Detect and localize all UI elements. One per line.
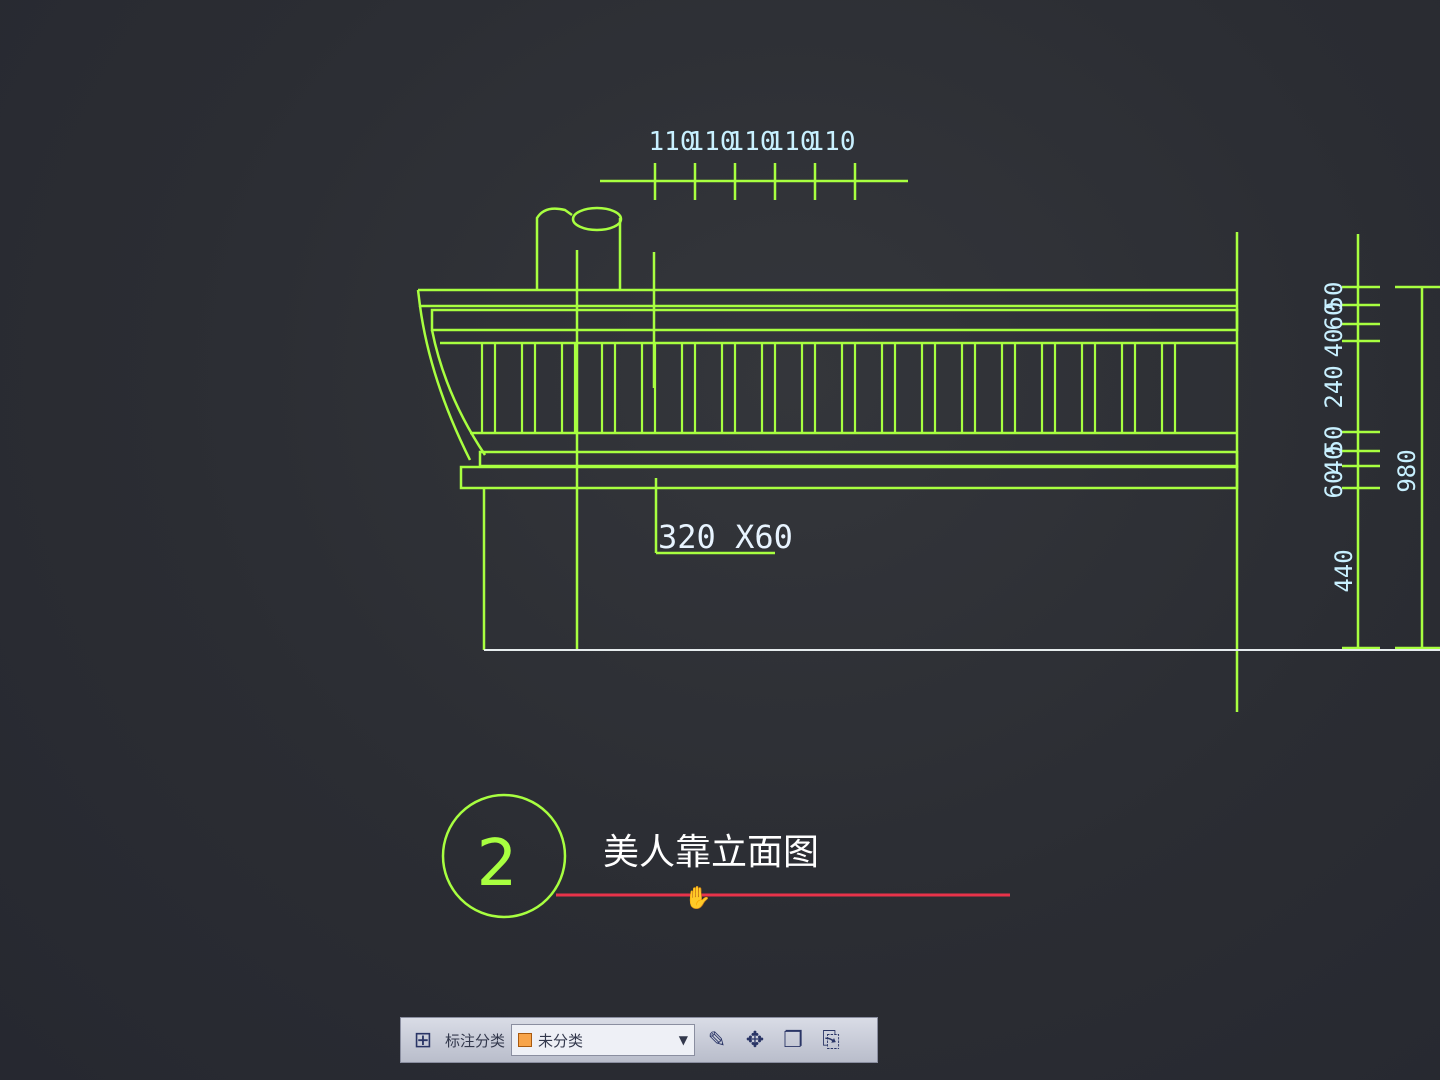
inner-rail bbox=[430, 308, 1239, 332]
grid-menu-icon[interactable]: ⊞ bbox=[407, 1024, 439, 1056]
category-select-value: 未分类 bbox=[538, 1031, 584, 1050]
move-icon[interactable]: ✥ bbox=[739, 1024, 771, 1056]
member-label: 320 X60 bbox=[658, 518, 793, 556]
right-dim-label: 60 bbox=[1320, 470, 1348, 499]
detail-number: 2 bbox=[477, 827, 518, 901]
chevron-down-icon[interactable]: ▼ bbox=[679, 1033, 688, 1047]
cad-drawing-canvas[interactable]: 110 110 110 110 110 50 60 40 240 50 40 6… bbox=[0, 0, 1440, 1080]
category-select[interactable]: 未分类 ▼ bbox=[511, 1024, 696, 1056]
paste-icon[interactable]: ⎘ bbox=[815, 1024, 847, 1056]
balusters bbox=[480, 343, 1177, 433]
category-label: 标注分类 bbox=[445, 1031, 506, 1050]
top-dim-label: 110 bbox=[809, 127, 856, 157]
right-dim-label: 40 bbox=[1320, 329, 1348, 358]
post-outline bbox=[535, 207, 573, 290]
post-top bbox=[571, 206, 623, 232]
total-dim-label: 980 bbox=[1393, 449, 1421, 492]
category-color-swatch bbox=[518, 1033, 533, 1047]
right-dim-label: 60 bbox=[1320, 302, 1348, 331]
right-dim-label-low: 440 bbox=[1330, 549, 1358, 592]
cad-drawing[interactable]: 110 110 110 110 110 50 60 40 240 50 40 6… bbox=[0, 0, 1440, 1080]
seat-top bbox=[478, 450, 1239, 468]
right-dim-label: 240 bbox=[1320, 365, 1348, 408]
edit-icon[interactable]: ✎ bbox=[701, 1024, 733, 1056]
copy-icon[interactable]: ❐ bbox=[777, 1024, 809, 1056]
top-rail-lower bbox=[416, 289, 1237, 308]
detail-title: 美人靠立面图 bbox=[603, 832, 819, 873]
annotation-toolbar: ⊞ 标注分类 未分类 ▼ ✎ ✥ ❐ ⎘ bbox=[400, 1017, 878, 1063]
hand-cursor-icon: ✋ bbox=[684, 885, 711, 911]
